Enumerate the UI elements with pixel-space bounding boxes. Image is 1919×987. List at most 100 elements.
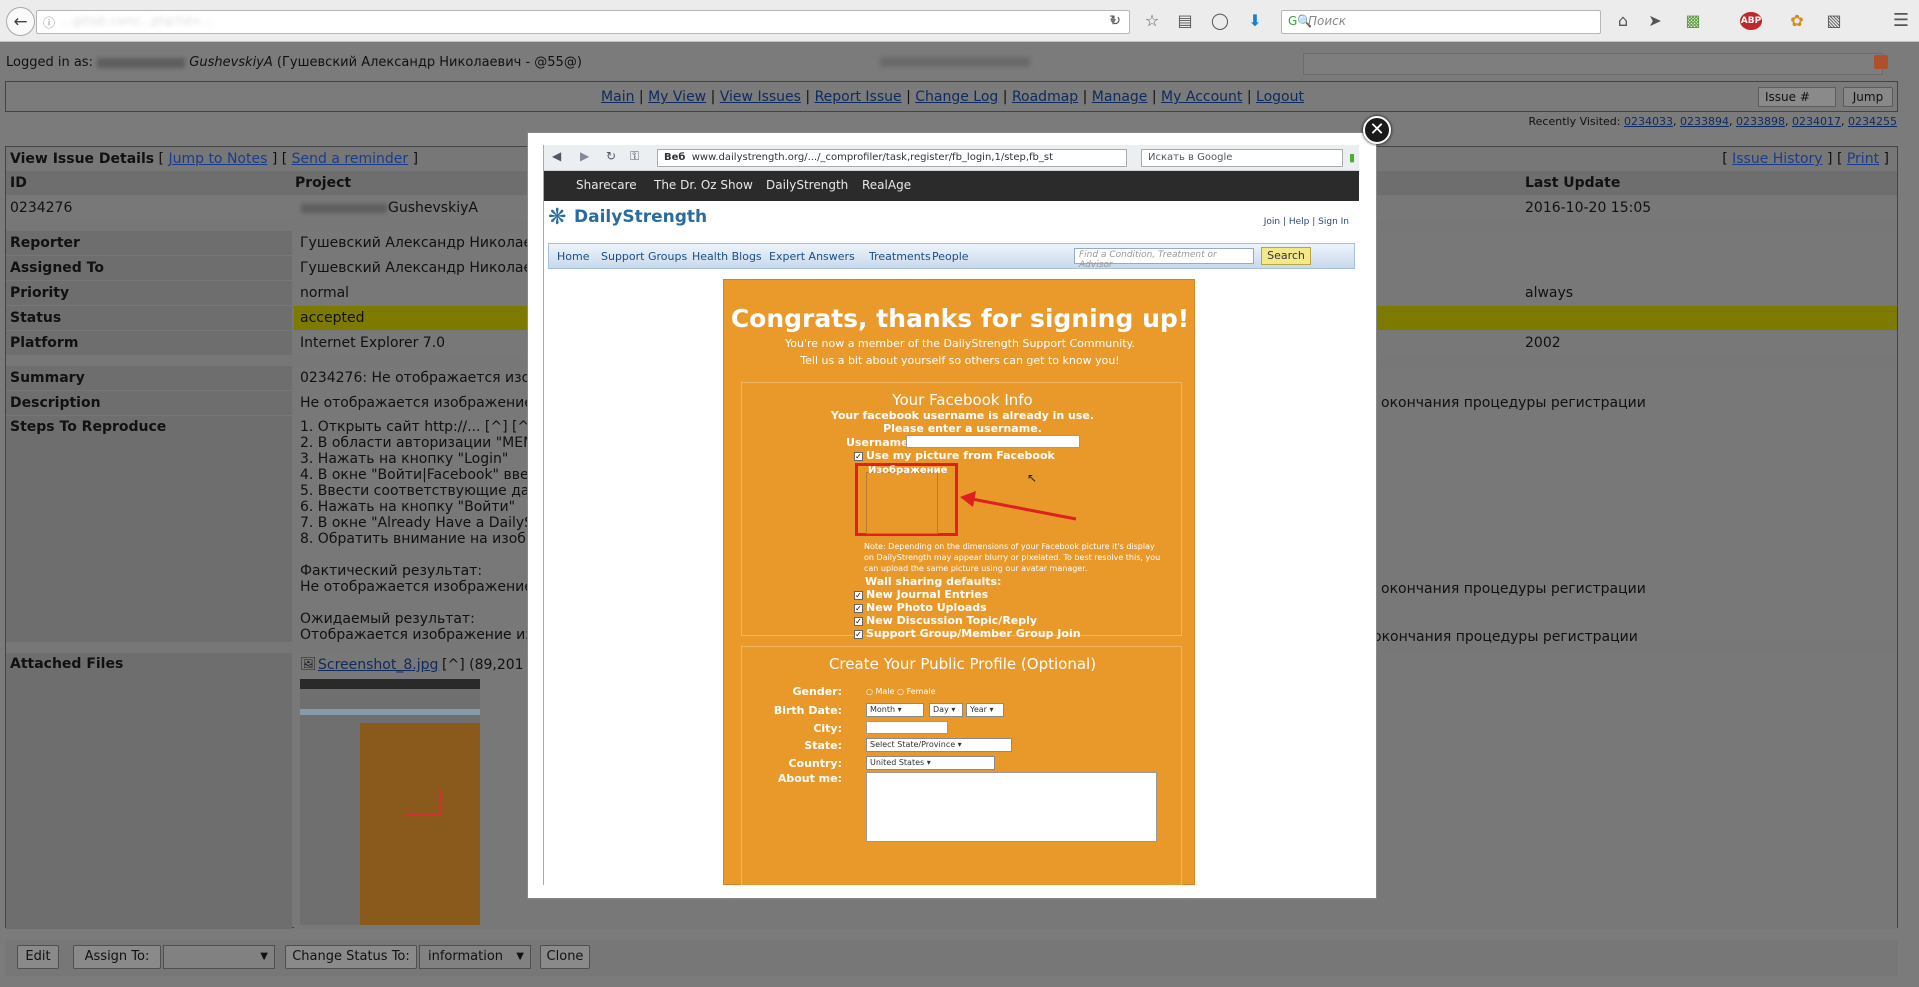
issue-history-link[interactable]: Issue History — [1732, 151, 1822, 167]
menu-manage[interactable]: Manage — [1092, 89, 1148, 105]
image-lightbox: ◀ ▶ ↻ ⚿ Веб www.dailystrength.org/.../_c… — [527, 132, 1377, 899]
change-status-button[interactable]: Change Status To: — [285, 945, 417, 969]
issue-id: 0234276 — [10, 200, 73, 216]
recently-visited: Recently Visited: 0234033, 0233894, 0233… — [1528, 115, 1897, 128]
menu-my-account[interactable]: My Account — [1161, 89, 1242, 105]
view-issue-title: View Issue Details — [10, 151, 155, 167]
url-text: ...gitlab.com/...php?id=... — [61, 14, 213, 28]
thumb-menu — [300, 709, 480, 715]
reading-list-icon[interactable]: ▤ — [1174, 10, 1196, 32]
reporter-label: Reporter — [6, 231, 292, 255]
status-select-value: information — [428, 949, 504, 964]
edit-button[interactable]: Edit — [17, 945, 59, 969]
wall-item: ✓ New Journal Entries — [854, 588, 988, 601]
nav-droz: The Dr. Oz Show — [654, 178, 753, 192]
assign-to-button[interactable]: Assign To: — [73, 945, 161, 969]
col-last-update: Last Update — [1525, 175, 1621, 191]
gender-options: ○ Male ○ Female — [866, 687, 936, 696]
recent-link[interactable]: 0234255 — [1848, 115, 1897, 128]
menu-my-view[interactable]: My View — [648, 89, 706, 105]
print-link[interactable]: Print — [1847, 151, 1879, 167]
colorful-extension-icon[interactable]: ✿ — [1786, 10, 1808, 32]
country-value: United States — [870, 758, 925, 767]
status-select[interactable]: information ▼ — [419, 945, 531, 969]
thumb-navbar — [300, 679, 480, 689]
user-full-name: (Гушевский Александр Николаевич - @55@) — [276, 55, 582, 70]
city-input — [866, 721, 948, 734]
menu-roadmap[interactable]: Roadmap — [1012, 89, 1078, 105]
screenshot-image: ◀ ▶ ↻ ⚿ Веб www.dailystrength.org/.../_c… — [543, 145, 1359, 885]
clone-button[interactable]: Clone — [540, 945, 590, 969]
priority-label: Priority — [6, 281, 292, 305]
congrats-sub1: You're now a member of the DailyStrength… — [784, 337, 1136, 350]
issue-last-update: 2016-10-20 15:05 — [1525, 200, 1652, 216]
congrats-title: Congrats, thanks for signing up! — [730, 304, 1190, 333]
logged-in-label: Logged in as: — [6, 55, 93, 70]
birth-label: Birth Date: — [773, 704, 842, 717]
home-icon[interactable]: ⌂ — [1612, 10, 1634, 32]
reproducibility-value: always — [1519, 281, 1897, 305]
attachment-thumbnail[interactable] — [300, 679, 480, 925]
nav-realage: RealAge — [862, 178, 912, 192]
menu-links: Main | My View | View Issues | Report Is… — [601, 89, 1304, 105]
recent-label: Recently Visited: — [1528, 115, 1621, 128]
close-lightbox-icon[interactable]: ✕ — [1363, 116, 1391, 144]
issue-project: GushevskiyA — [388, 200, 478, 216]
attachment-link[interactable]: Screenshot_8.jpg — [318, 657, 438, 673]
assign-select[interactable]: ▼ — [163, 945, 275, 969]
web-label: Веб — [664, 152, 686, 163]
username: GushevskiyA — [189, 55, 273, 70]
adblock-icon[interactable]: ABP — [1740, 12, 1762, 30]
thumb-orange-form — [360, 723, 480, 925]
year-value: Year — [970, 705, 987, 714]
month-select: Month ▾ — [866, 703, 924, 717]
menu-main[interactable]: Main — [601, 89, 634, 105]
recent-link[interactable]: 0234033 — [1624, 115, 1673, 128]
red-arrow-icon — [960, 491, 1077, 521]
download-icon[interactable]: ⬇ — [1244, 10, 1266, 32]
congrats-sub2: Tell us a bit about yourself so others c… — [800, 354, 1120, 367]
bookmark-star-icon[interactable]: ☆ — [1141, 10, 1163, 32]
recent-link[interactable]: 0234017 — [1792, 115, 1841, 128]
inner-url: Веб www.dailystrength.org/.../_comprofil… — [657, 149, 1127, 167]
dropdown-arrow-icon[interactable]: ▾ — [1110, 14, 1116, 28]
wall-item-label: New Journal Entries — [866, 588, 989, 601]
signup-form: Congrats, thanks for signing up! You're … — [723, 279, 1195, 885]
menu-report-issue[interactable]: Report Issue — [815, 89, 902, 105]
clipboard-icon[interactable]: ▧ — [1823, 10, 1845, 32]
profile-title: Create Your Public Profile (Optional) — [828, 655, 1097, 673]
jump-button[interactable]: Jump — [1843, 87, 1893, 107]
state-value: Select State/Province — [870, 740, 956, 749]
menu-treatments: Treatments — [869, 250, 931, 263]
summary-label: Summary — [6, 366, 292, 390]
actual-tail: окончания процедуры регистрации — [1381, 581, 1646, 597]
about-textarea — [866, 772, 1157, 842]
jump-to-notes-link[interactable]: Jump to Notes — [168, 151, 267, 167]
extension-icon[interactable]: ▩ — [1682, 10, 1704, 32]
hamburger-menu-icon[interactable]: ☰ — [1890, 10, 1912, 32]
browser-search-box[interactable]: G🔍 Поиск — [1281, 10, 1601, 34]
day-select: Day ▾ — [929, 703, 963, 717]
menu-change-log[interactable]: Change Log — [915, 89, 998, 105]
menu-logout[interactable]: Logout — [1256, 89, 1304, 105]
attachment-meta: [^] (89,201 b — [442, 657, 537, 673]
send-reminder-link[interactable]: Send a reminder — [292, 151, 408, 167]
steps-label: Steps To Reproduce — [6, 416, 292, 642]
recent-link[interactable]: 0233898 — [1736, 115, 1785, 128]
send-icon[interactable]: ➤ — [1644, 10, 1666, 32]
mouse-cursor-icon: ↖ — [1027, 471, 1038, 485]
menu-view-issues[interactable]: View Issues — [720, 89, 801, 105]
use-picture-label: Use my picture from Facebook — [866, 449, 1055, 462]
back-arrow-icon[interactable]: ← — [6, 7, 35, 36]
inner-main-menu: Home Support Groups Health Blogs Expert … — [548, 243, 1355, 270]
facebook-info-panel: Your Facebook Info Your facebook usernam… — [741, 382, 1182, 640]
pocket-icon[interactable]: ◯ — [1209, 10, 1231, 32]
project-selector[interactable] — [1303, 53, 1883, 75]
rss-icon[interactable] — [1874, 55, 1888, 69]
address-bar[interactable]: ⓘ ...gitlab.com/...php?id=... ↻ — [36, 10, 1130, 34]
issue-number-input[interactable]: Issue # — [1758, 87, 1836, 107]
issue-action-bar: Edit Assign To: ▼ Change Status To: info… — [5, 940, 1898, 976]
checkbox-checked-icon: ✓ — [854, 629, 863, 639]
info-icon: ⓘ — [43, 16, 56, 30]
recent-link[interactable]: 0233894 — [1680, 115, 1729, 128]
